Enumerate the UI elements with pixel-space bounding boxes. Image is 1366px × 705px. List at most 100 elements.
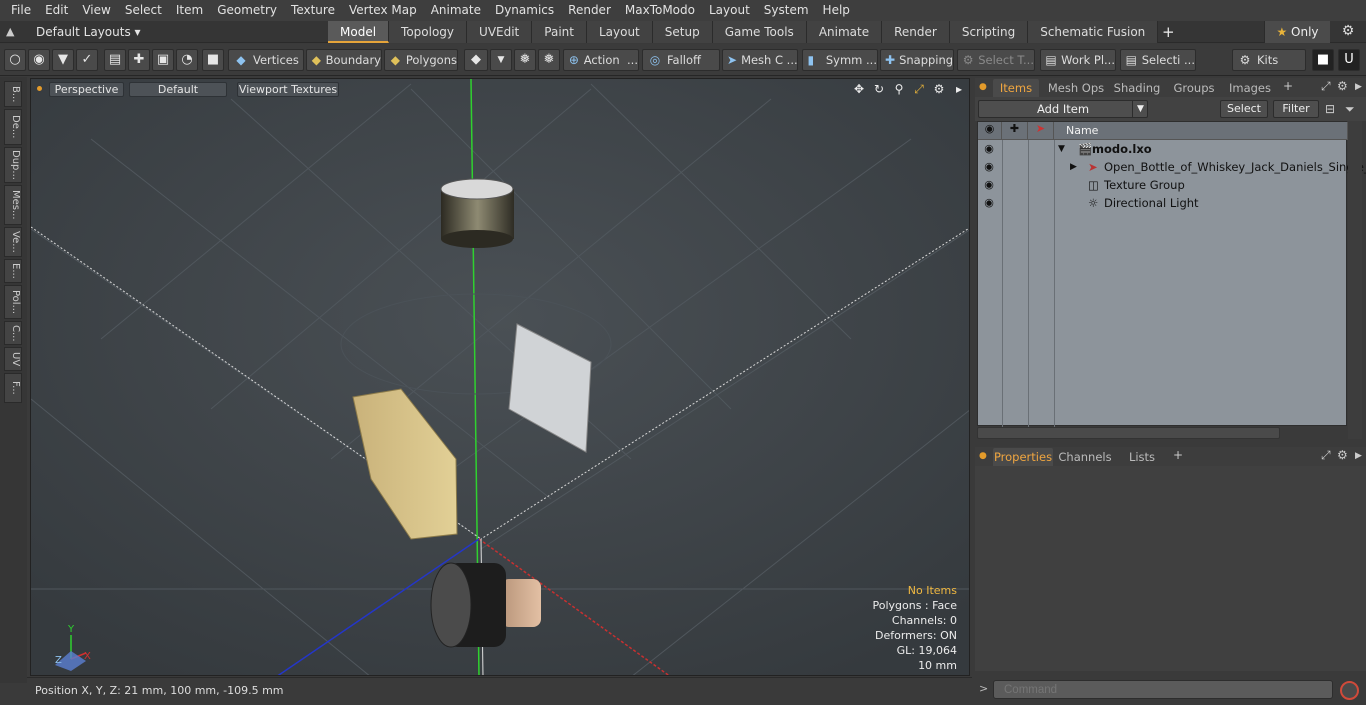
menu-edit[interactable]: Edit (38, 0, 75, 21)
viewport-settings-icon[interactable]: ⚙ (931, 81, 947, 97)
expand-down-icon[interactable]: ▼ (1058, 144, 1065, 154)
left-tab-uv[interactable]: UV (4, 347, 22, 371)
command-input[interactable] (993, 680, 1333, 699)
left-tab-curve[interactable]: C... (4, 321, 22, 345)
tree-row-texture-group[interactable]: ◉ ◫ Texture Group (978, 176, 1348, 194)
mesh-constraint-button[interactable]: ➤ Mesh C ... (722, 49, 798, 71)
expand-right-icon[interactable]: ▶ (1070, 162, 1077, 172)
globe-icon[interactable]: ◉ (28, 49, 50, 71)
material-icon[interactable]: ◆ (464, 49, 488, 71)
collapse-icon[interactable]: ⊟ (1325, 102, 1335, 116)
panel-menu-icon[interactable]: ▶ (1355, 82, 1362, 92)
eye-icon[interactable]: ◉ (982, 196, 996, 210)
tab-scripting[interactable]: Scripting (949, 21, 1029, 43)
axis-col-icon[interactable]: ➤ (1028, 122, 1054, 140)
tab-schematic-fusion[interactable]: Schematic Fusion (1028, 21, 1159, 43)
tab-render[interactable]: Render (882, 21, 950, 43)
add-item-button[interactable]: Add Item ▼ (978, 100, 1148, 118)
vertices-button[interactable]: ◆ Vertices (228, 49, 304, 71)
unity-icon[interactable]: ■ (1312, 49, 1334, 71)
material-dropdown-icon[interactable]: ▼ (490, 49, 512, 71)
items-vertical-scrollbar[interactable] (1348, 121, 1362, 439)
chevron-down-icon[interactable]: ▼ (1132, 101, 1148, 117)
left-tab-fusion[interactable]: F... (4, 373, 22, 403)
left-tab-duplicate[interactable]: Dup... (4, 147, 22, 183)
orbit-icon[interactable]: ↻ (871, 81, 887, 97)
lock-col-icon[interactable]: ✚ (1002, 122, 1028, 140)
tab-paint[interactable]: Paint (532, 21, 587, 43)
pen-icon[interactable]: ▼ (52, 49, 74, 71)
visibility-col-icon[interactable]: ◉ (978, 122, 1002, 140)
work-plane-button[interactable]: ▤ Work Pl... (1040, 49, 1116, 71)
eye-icon[interactable]: ◉ (982, 178, 996, 192)
tab-animate[interactable]: Animate (806, 21, 883, 43)
tab-game-tools[interactable]: Game Tools (712, 21, 807, 43)
polygons-button[interactable]: ◆ Polygons (384, 49, 458, 71)
unreal-icon[interactable]: U (1338, 49, 1360, 71)
snapping-button[interactable]: ✚ Snapping (880, 49, 954, 71)
menu-help[interactable]: Help (816, 0, 857, 21)
tab-images[interactable]: Images (1225, 79, 1275, 97)
filter-button[interactable]: Filter (1273, 100, 1319, 118)
tab-model[interactable]: Model (328, 21, 390, 43)
add-panel-tab-icon[interactable]: + (1173, 448, 1183, 462)
item-mode-icon[interactable]: ■ (202, 49, 224, 71)
record-macro-icon[interactable] (1340, 681, 1359, 700)
3d-viewport[interactable]: Y X Z Perspective Default Viewport Textu… (30, 78, 970, 676)
fit-icon[interactable]: ⤢ (911, 81, 927, 97)
zoom-icon[interactable]: ⚲ (891, 81, 907, 97)
panel-menu-icon[interactable]: ▶ (1355, 451, 1362, 461)
kits-button[interactable]: ⚙ Kits (1232, 49, 1306, 71)
left-tab-polygon[interactable]: Pol... (4, 285, 22, 319)
viewport-textures-button[interactable]: Viewport Textures (237, 82, 339, 97)
name-column-header[interactable]: Name (1054, 122, 1348, 140)
tab-channels[interactable]: Channels (1057, 448, 1113, 466)
eye-icon[interactable]: ◉ (982, 142, 996, 156)
tab-lists[interactable]: Lists (1121, 448, 1163, 466)
menu-layout[interactable]: Layout (702, 0, 757, 21)
tab-properties[interactable]: Properties (993, 448, 1053, 466)
view-perspective-button[interactable]: Perspective (49, 82, 124, 97)
left-tab-deform[interactable]: De... (4, 109, 22, 145)
left-tab-basic[interactable]: B... (4, 81, 22, 107)
tab-uvedit[interactable]: UVEdit (467, 21, 533, 43)
falloff-button[interactable]: ◎ Falloff (642, 49, 720, 71)
layout-menu-icon[interactable]: ▲ (6, 25, 20, 39)
menu-select[interactable]: Select (118, 0, 169, 21)
action-button[interactable]: ⊕ Action ... (563, 49, 639, 71)
pan-icon[interactable]: ✥ (851, 81, 867, 97)
menu-vertex-map[interactable]: Vertex Map (342, 0, 424, 21)
tree-row-modo-lxo[interactable]: ◉ ▼ 🎬 modo.lxo (978, 140, 1348, 158)
tab-mesh-ops[interactable]: Mesh Ops (1047, 79, 1105, 97)
menu-maxtomodo[interactable]: MaxToModo (618, 0, 702, 21)
menu-file[interactable]: File (4, 0, 38, 21)
transform-icon[interactable]: ✚ (128, 49, 150, 71)
left-tab-vertex[interactable]: Ve... (4, 227, 22, 257)
menu-animate[interactable]: Animate (424, 0, 488, 21)
tab-layout[interactable]: Layout (586, 21, 653, 43)
brush-icon[interactable]: ✓ (76, 49, 98, 71)
menu-system[interactable]: System (757, 0, 816, 21)
tab-topology[interactable]: Topology (389, 21, 468, 43)
tab-items[interactable]: Items (993, 79, 1039, 97)
command-history-icon[interactable]: > (979, 682, 988, 695)
menu-dynamics[interactable]: Dynamics (488, 0, 561, 21)
menu-item[interactable]: Item (169, 0, 210, 21)
symmetry-y-icon[interactable]: ❅ (538, 49, 560, 71)
scale-icon[interactable]: ▣ (152, 49, 174, 71)
tree-row-directional-light[interactable]: ◉ ☼ Directional Light (978, 194, 1348, 212)
expand-panel-icon[interactable]: ⤢ (1321, 79, 1331, 94)
select-through-button[interactable]: ⚙ Select T... (957, 49, 1035, 71)
viewport-menu-icon[interactable]: ▸ (951, 81, 967, 97)
view-style-button[interactable]: Default (129, 82, 227, 97)
rotate-icon[interactable]: ◔ (176, 49, 198, 71)
only-toggle[interactable]: ★ Only (1264, 21, 1330, 43)
menu-view[interactable]: View (75, 0, 117, 21)
tab-setup[interactable]: Setup (652, 21, 713, 43)
eye-icon[interactable]: ◉ (982, 160, 996, 174)
selection-sets-button[interactable]: ▤ Selecti ... (1120, 49, 1196, 71)
tab-shading[interactable]: Shading (1111, 79, 1163, 97)
tab-groups[interactable]: Groups (1169, 79, 1219, 97)
gear-icon[interactable]: ⚙ (1338, 23, 1358, 41)
panel-gear-icon[interactable]: ⚙ (1337, 79, 1348, 93)
